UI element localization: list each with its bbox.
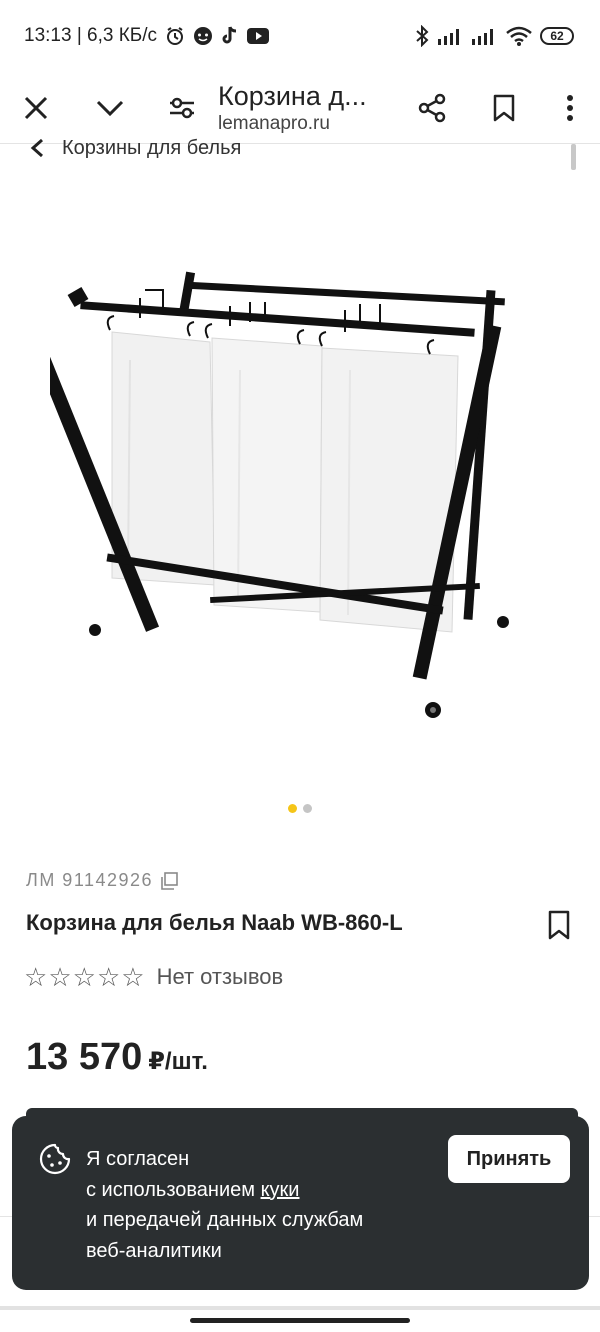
status-left: 13:13 | 6,3 КБ/с	[24, 25, 270, 47]
collapse-button[interactable]	[84, 82, 136, 134]
cookie-line-3: и передачей данных службам	[86, 1209, 364, 1231]
site-settings-button[interactable]	[156, 82, 208, 134]
status-time: 13:13 | 6,3 КБ/с	[24, 25, 158, 46]
more-button[interactable]	[544, 82, 596, 134]
close-button[interactable]	[10, 82, 62, 134]
star-empty-icon: ☆	[96, 962, 121, 992]
chevron-left-icon	[30, 138, 43, 158]
price-unit: ₽/шт.	[148, 1048, 208, 1075]
tiktok-icon	[221, 26, 239, 46]
bookmark-icon	[493, 94, 515, 121]
signal-icon	[472, 27, 498, 45]
star-empty-icon: ☆	[48, 962, 72, 992]
cookie-banner: Я согласен с использованием куки и перед…	[12, 1116, 589, 1290]
battery-level: 62	[550, 29, 564, 43]
bookmark-button[interactable]	[478, 82, 530, 134]
page-url: lemanapro.ru	[218, 112, 330, 134]
cookie-line-2-prefix: с использованием	[86, 1178, 256, 1201]
cookie-policy-link[interactable]: куки	[261, 1179, 300, 1201]
product-price: 13 570 ₽/шт.	[26, 1036, 208, 1079]
share-icon	[418, 93, 446, 122]
signal-icon	[438, 27, 464, 45]
price-value: 13 570	[26, 1036, 143, 1078]
filter-icon	[170, 97, 194, 118]
close-icon	[24, 96, 48, 119]
cookie-line-2: с использованием куки	[86, 1175, 416, 1206]
chevron-down-icon	[96, 100, 124, 116]
bottom-bar	[0, 1306, 600, 1310]
home-indicator[interactable]	[190, 1318, 410, 1323]
gallery-dot-2[interactable]	[303, 804, 312, 813]
page-title: Корзина д...	[218, 80, 367, 111]
favorite-button[interactable]	[544, 908, 574, 942]
product-image[interactable]	[14, 260, 530, 730]
breadcrumb-label: Корзины для белья	[62, 136, 242, 159]
status-right: 62	[414, 25, 574, 47]
youtube-icon	[247, 28, 270, 44]
bluetooth-icon	[414, 25, 430, 47]
product-title: Корзина для белья Naab WB-860-L	[26, 910, 403, 935]
laundry-basket-image	[14, 271, 509, 718]
more-vert-icon	[567, 94, 573, 121]
cookie-icon	[39, 1143, 71, 1175]
cookie-line-1: Я согласен	[86, 1148, 190, 1170]
copy-icon[interactable]	[159, 871, 179, 891]
bookmark-icon	[548, 910, 570, 940]
cookie-line-4: веб-аналитики	[86, 1239, 222, 1262]
page-title-block[interactable]: Корзина д... lemanapro.ru	[218, 80, 398, 136]
gallery-pagination	[0, 804, 600, 813]
rating-stars: ☆ ☆ ☆ ☆ ☆	[24, 962, 145, 992]
reviews-count[interactable]: Нет отзывов	[157, 964, 284, 990]
cookie-text: Я согласен с использованием куки и перед…	[86, 1144, 416, 1266]
accept-cookies-button[interactable]: Принять	[448, 1135, 570, 1183]
star-empty-icon: ☆	[72, 962, 96, 992]
share-button[interactable]	[406, 82, 458, 134]
star-empty-icon: ☆	[121, 962, 145, 992]
sku-text: ЛМ 91142926	[26, 870, 154, 890]
alarm-icon	[165, 26, 185, 46]
product-sku: ЛМ 91142926	[26, 870, 179, 891]
message-icon	[193, 26, 213, 46]
wifi-icon	[506, 26, 532, 46]
product-rating[interactable]: ☆ ☆ ☆ ☆ ☆ Нет отзывов	[24, 962, 283, 992]
status-bar: 13:13 | 6,3 КБ/с 62	[0, 0, 600, 72]
scrollbar[interactable]	[571, 144, 576, 170]
breadcrumb[interactable]: Корзины для белья	[30, 132, 241, 164]
battery-icon: 62	[540, 27, 574, 45]
star-empty-icon: ☆	[24, 962, 48, 992]
gallery-dot-1[interactable]	[288, 804, 297, 813]
